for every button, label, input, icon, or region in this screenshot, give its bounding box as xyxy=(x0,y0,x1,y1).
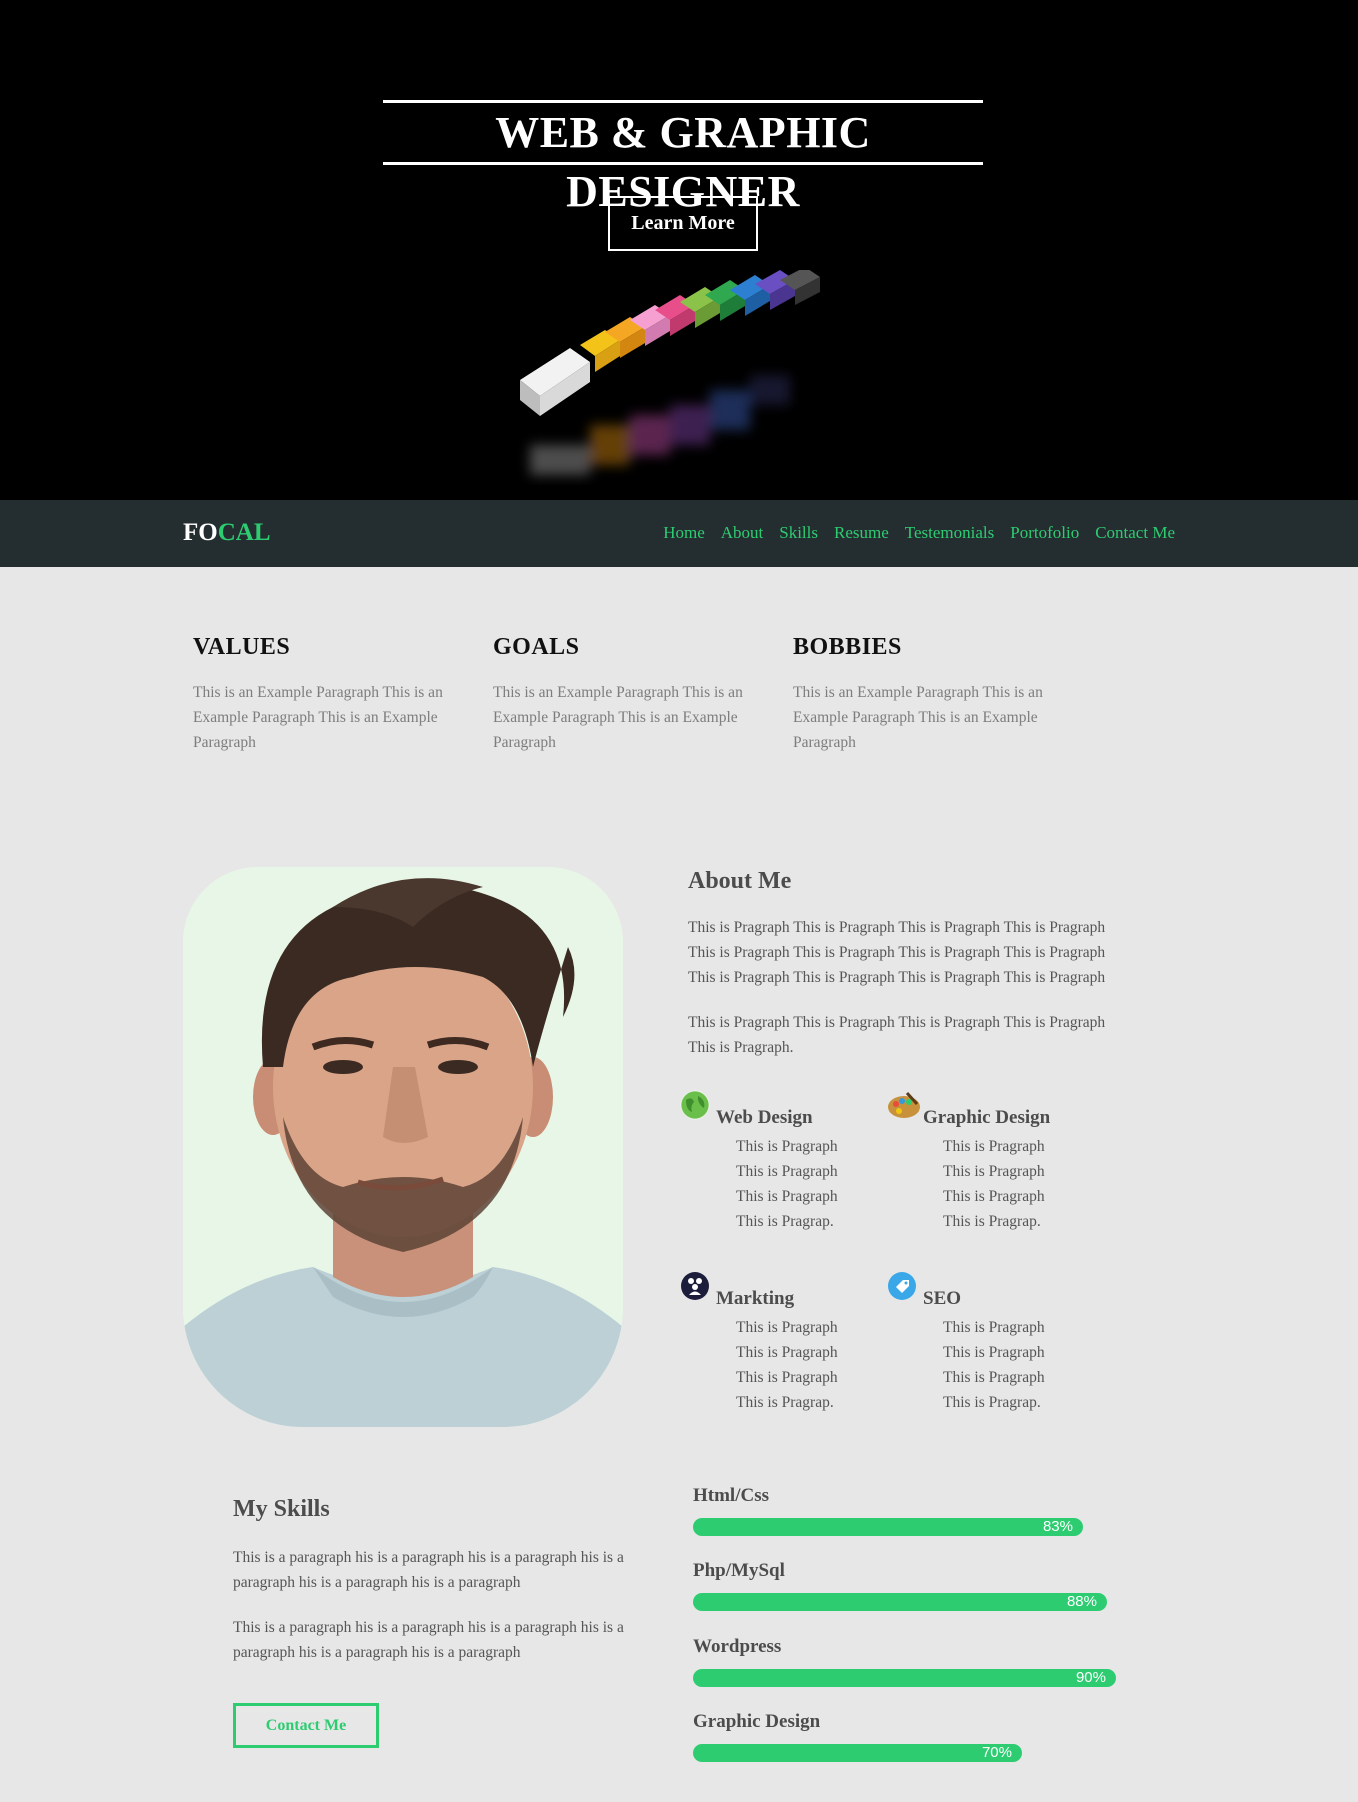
service-lines: This is Pragraph This is Pragraph This i… xyxy=(943,1315,1045,1415)
values-column: VALUES This is an Example Paragraph This… xyxy=(193,632,463,755)
lego-bricks-image xyxy=(520,270,820,475)
service-line: This is Pragraph xyxy=(736,1138,838,1155)
service-lines: This is Pragraph This is Pragraph This i… xyxy=(943,1134,1045,1234)
skill-label: Html/Css xyxy=(693,1485,769,1506)
hobbies-heading: BOBBIES xyxy=(793,634,902,660)
service-line: This is Pragrap. xyxy=(943,1213,1041,1230)
skill-bar-html-css: Html/Css 83% xyxy=(693,1484,1123,1536)
service-line: This is Pragraph xyxy=(736,1163,838,1180)
about-paragraph-2: This is Pragraph This is Pragraph This i… xyxy=(688,1014,1106,1056)
service-line: This is Pragraph xyxy=(943,1188,1045,1205)
skill-percent: 88% xyxy=(1066,1593,1097,1610)
skills-paragraph-1: This is a paragraph his is a paragraph h… xyxy=(233,1549,624,1591)
nav-link-home[interactable]: Home xyxy=(663,522,705,544)
hobbies-column: BOBBIES This is an Example Paragraph Thi… xyxy=(793,632,1063,755)
top-navbar: FOCAL Home About Skills Resume Testemoni… xyxy=(0,500,1358,567)
skill-track: 90% xyxy=(693,1669,1123,1687)
skill-bar-php-mysql: Php/MySql 88% xyxy=(693,1559,1123,1611)
service-title: SEO xyxy=(923,1288,962,1309)
service-line: This is Pragraph xyxy=(736,1188,838,1205)
nav-links: Home About Skills Resume Testemonials Po… xyxy=(663,522,1175,544)
values-text: This is an Example Paragraph This is an … xyxy=(193,684,443,751)
nav-link-portfolio[interactable]: Portofolio xyxy=(1010,522,1079,544)
values-heading: VALUES xyxy=(193,634,291,660)
service-line: This is Pragraph xyxy=(943,1319,1045,1336)
skill-bar-wordpress: Wordpress 90% xyxy=(693,1635,1123,1687)
skill-percent: 70% xyxy=(981,1744,1012,1761)
about-paragraph-1: This is Pragraph This is Pragraph This i… xyxy=(688,919,1106,986)
skill-fill: 83% xyxy=(693,1518,1083,1536)
skill-track: 70% xyxy=(693,1744,1123,1762)
skills-title: My Skills xyxy=(233,1496,330,1522)
nav-link-about[interactable]: About xyxy=(721,522,764,544)
service-title: Web Design xyxy=(716,1107,813,1128)
service-line: This is Pragrap. xyxy=(736,1213,834,1230)
service-line: This is Pragraph xyxy=(736,1344,838,1361)
skill-percent: 90% xyxy=(1075,1669,1106,1686)
marketing-icon xyxy=(681,1272,709,1300)
skill-bar-graphic-design: Graphic Design 70% xyxy=(693,1710,1123,1762)
nav-link-skills[interactable]: Skills xyxy=(779,522,818,544)
service-title: Markting xyxy=(716,1288,795,1309)
service-line: This is Pragraph xyxy=(943,1163,1045,1180)
contact-me-button[interactable]: Contact Me xyxy=(233,1703,379,1748)
service-line: This is Pragraph xyxy=(943,1344,1045,1361)
skill-label: Wordpress xyxy=(693,1636,782,1657)
goals-column: GOALS This is an Example Paragraph This … xyxy=(493,632,763,755)
profile-photo xyxy=(183,867,623,1427)
service-lines: This is Pragraph This is Pragraph This i… xyxy=(736,1315,838,1415)
service-line: This is Pragraph xyxy=(736,1369,838,1386)
about-title: About Me xyxy=(688,868,792,894)
skill-fill: 90% xyxy=(693,1669,1116,1687)
service-line: This is Pragraph xyxy=(736,1319,838,1336)
service-line: This is Pragrap. xyxy=(943,1394,1041,1411)
goals-text: This is an Example Paragraph This is an … xyxy=(493,684,743,751)
hobbies-text: This is an Example Paragraph This is an … xyxy=(793,684,1043,751)
skill-track: 88% xyxy=(693,1593,1123,1611)
skill-track: 83% xyxy=(693,1518,1123,1536)
hero-title: WEB & GRAPHIC DESIGNER xyxy=(383,100,983,216)
skills-paragraph-2: This is a paragraph his is a paragraph h… xyxy=(233,1619,624,1661)
skill-fill: 70% xyxy=(693,1744,1022,1762)
skill-label: Php/MySql xyxy=(693,1560,785,1581)
service-line: This is Pragrap. xyxy=(736,1394,834,1411)
service-title: Graphic Design xyxy=(923,1107,1051,1128)
nav-link-resume[interactable]: Resume xyxy=(834,522,889,544)
logo-part1: FO xyxy=(183,519,218,546)
nav-link-testimonials[interactable]: Testemonials xyxy=(905,522,994,544)
site-logo[interactable]: FOCAL xyxy=(183,517,271,549)
goals-heading: GOALS xyxy=(493,634,580,660)
skill-fill: 88% xyxy=(693,1593,1107,1611)
palette-icon xyxy=(888,1091,920,1118)
logo-part2: CAL xyxy=(217,519,271,546)
service-lines: This is Pragraph This is Pragraph This i… xyxy=(736,1134,838,1234)
globe-icon xyxy=(680,1090,710,1120)
skill-label: Graphic Design xyxy=(693,1711,821,1732)
service-line: This is Pragraph xyxy=(943,1369,1045,1386)
hero-section: WEB & GRAPHIC DESIGNER Learn More xyxy=(0,0,1358,500)
nav-link-contact[interactable]: Contact Me xyxy=(1095,522,1175,544)
seo-tag-icon xyxy=(888,1272,916,1300)
service-line: This is Pragraph xyxy=(943,1138,1045,1155)
skill-percent: 83% xyxy=(1042,1518,1073,1535)
learn-more-button[interactable]: Learn More xyxy=(608,196,758,251)
